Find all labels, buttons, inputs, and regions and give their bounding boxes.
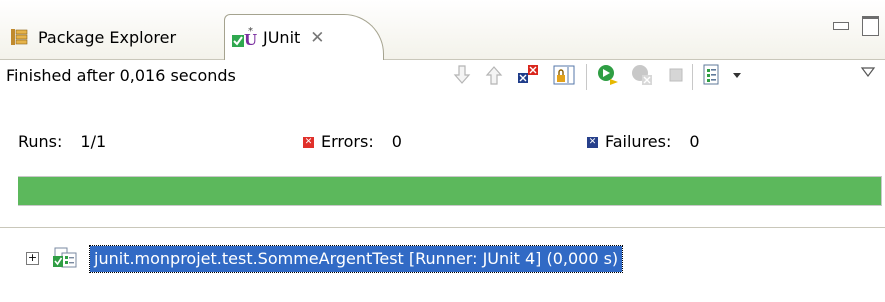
test-progress-bar — [18, 176, 882, 206]
stop-icon[interactable] — [664, 63, 688, 87]
runs-label: Runs: — [18, 132, 63, 151]
progress-fill — [18, 177, 881, 205]
errors-label: Errors: — [321, 132, 374, 151]
maximize-view-icon[interactable] — [862, 16, 879, 36]
runs-value: 1/1 — [80, 132, 107, 151]
test-run-history-icon[interactable] — [700, 63, 724, 87]
failures-label: Failures: — [605, 132, 672, 151]
svg-text:*: * — [248, 26, 253, 37]
minimize-view-icon[interactable] — [833, 22, 849, 30]
view-menu-icon[interactable] — [856, 60, 880, 84]
package-explorer-icon — [11, 29, 28, 45]
junit-icon: U * — [232, 26, 257, 49]
rerun-test-icon[interactable] — [596, 63, 620, 87]
runs-counter: Runs: 1/1 — [18, 129, 106, 155]
test-suite-icon — [53, 247, 77, 268]
previous-failure-icon[interactable] — [482, 63, 506, 87]
failures-counter: ✕ Failures: 0 — [587, 129, 700, 155]
failure-icon: ✕ — [587, 136, 598, 148]
tree-item-test-suite[interactable]: junit.monprojet.test.SommeArgentTest [Ru… — [88, 245, 624, 273]
toolbar-separator — [586, 64, 587, 90]
rerun-failures-first-icon[interactable] — [630, 63, 654, 87]
tab-label: JUnit — [263, 28, 301, 47]
errors-counter: ✕ Errors: 0 — [303, 129, 402, 155]
tab-label: Package Explorer — [38, 27, 177, 47]
tab-junit[interactable]: U * JUnit ✕ — [224, 14, 384, 60]
error-icon: ✕ — [303, 136, 314, 148]
expand-icon[interactable]: + — [26, 252, 39, 265]
tab-package-explorer[interactable]: Package Explorer — [0, 14, 224, 60]
close-icon[interactable]: ✕ — [310, 28, 324, 48]
errors-value: 0 — [391, 132, 402, 151]
scroll-lock-icon[interactable] — [552, 63, 576, 87]
show-failures-only-icon[interactable] — [516, 63, 540, 87]
next-failure-icon[interactable] — [450, 63, 474, 87]
failures-value: 0 — [689, 132, 700, 151]
dropdown-arrow-icon[interactable] — [730, 63, 744, 87]
run-status-text: Finished after 0,016 seconds — [6, 66, 236, 85]
sash-divider[interactable] — [0, 227, 885, 228]
toolbar-separator — [692, 64, 693, 90]
